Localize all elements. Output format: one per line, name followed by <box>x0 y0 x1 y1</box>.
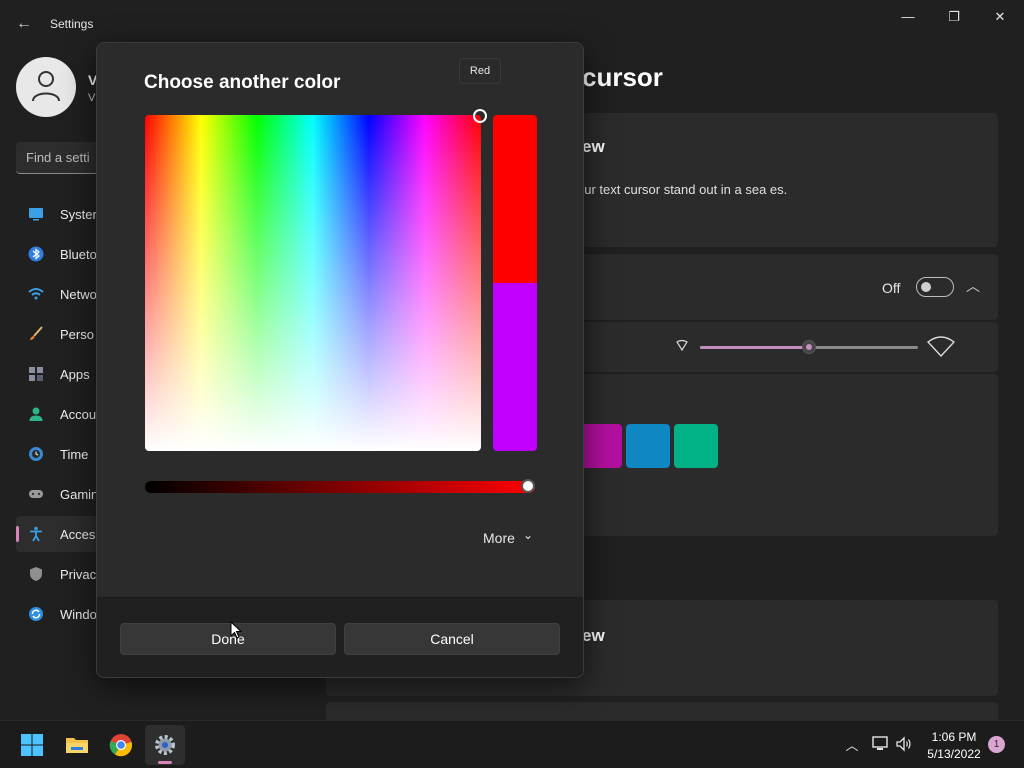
preview-card-2-title: ew <box>582 626 605 645</box>
sidebar-item-label: Gamin <box>60 487 99 502</box>
bluetooth-icon <box>28 246 44 262</box>
taskbar-file-explorer[interactable] <box>57 725 97 765</box>
sidebar-item-label: Acces <box>60 527 96 542</box>
brush-icon <box>30 326 43 340</box>
gamepad-icon <box>29 490 43 498</box>
accessibility-icon <box>30 526 42 542</box>
spectrum-selection-marker[interactable] <box>473 109 487 123</box>
back-arrow-icon[interactable]: ← <box>14 14 34 34</box>
more-button[interactable]: More ⌄ <box>477 527 547 549</box>
dialog-title: Choose another color <box>144 72 341 93</box>
user-email: V <box>88 92 96 104</box>
brightness-slider-thumb[interactable] <box>521 479 535 493</box>
close-button[interactable]: ✕ <box>978 4 1022 30</box>
clock-time[interactable]: 1:06 PM <box>924 730 984 744</box>
sidebar-item-label: Windo <box>60 607 97 622</box>
chevron-up-icon[interactable]: ︿ <box>966 276 980 296</box>
start-button[interactable] <box>12 725 52 765</box>
network-icon[interactable] <box>871 735 889 753</box>
maximize-button[interactable]: ❐ <box>932 4 976 30</box>
app-title: Settings <box>50 17 94 31</box>
clock-date[interactable]: 5/13/2022 <box>920 747 988 761</box>
brightness-slider[interactable] <box>145 479 535 493</box>
next-card <box>326 702 998 720</box>
system-icon <box>29 208 43 221</box>
taskbar: ︿ 1:06 PM 5/13/2022 1 <box>0 720 1024 768</box>
size-slider-fill <box>700 346 809 349</box>
toggle-state-label: Off <box>882 280 901 296</box>
sidebar-item-label: Privac <box>60 567 97 582</box>
dialog-footer: Done Cancel <box>97 597 583 677</box>
cancel-button[interactable]: Cancel <box>344 623 560 655</box>
search-placeholder: Find a setti <box>26 150 90 165</box>
update-icon <box>29 607 43 621</box>
indicator-toggle[interactable] <box>916 277 954 297</box>
minimize-button[interactable]: — <box>886 4 930 30</box>
shield-icon <box>30 567 42 581</box>
sidebar-item-label: Netwo <box>60 287 97 302</box>
chrome-icon <box>109 734 133 757</box>
preview-card-title: ew <box>582 137 605 156</box>
notification-badge[interactable]: 1 <box>988 736 1005 753</box>
color-swatch-magenta[interactable] <box>578 424 622 468</box>
page-title: cursor <box>582 62 663 92</box>
settings-gear-icon <box>155 735 175 755</box>
sidebar-item-label: Time <box>60 447 89 462</box>
user-icon <box>32 71 60 102</box>
size-slider-thumb[interactable] <box>802 340 816 354</box>
taskbar-settings[interactable] <box>145 725 185 765</box>
clock-globe-icon <box>29 447 43 461</box>
more-label: More <box>483 530 515 546</box>
color-spectrum[interactable] <box>145 109 487 451</box>
apps-icon <box>29 367 43 381</box>
preview-card-description: our text cursor stand out in a sea es. <box>577 182 788 197</box>
color-swatch-blue[interactable] <box>626 424 670 468</box>
wifi-icon <box>28 288 44 300</box>
volume-icon[interactable] <box>895 735 913 753</box>
avatar[interactable] <box>16 57 76 117</box>
account-icon <box>29 407 43 421</box>
taskbar-chrome[interactable] <box>101 725 141 765</box>
previous-color-preview <box>493 283 537 451</box>
chevron-down-icon: ⌄ <box>523 528 534 542</box>
color-name-tooltip: Red <box>459 58 501 84</box>
title-bar: ← Settings — ❐ ✕ <box>0 0 1024 48</box>
color-preview <box>493 115 537 451</box>
sidebar-item-label: Apps <box>60 367 90 382</box>
done-button[interactable]: Done <box>120 623 336 655</box>
new-color-preview <box>493 115 537 283</box>
color-swatch-green[interactable] <box>674 424 718 468</box>
file-explorer-icon <box>66 738 88 753</box>
tray-overflow-chevron-icon[interactable]: ︿ <box>843 735 861 753</box>
large-size-icon <box>926 336 956 358</box>
sidebar-item-label: Syster <box>60 207 97 222</box>
sidebar-item-label: Accou <box>60 407 97 422</box>
color-picker-dialog: Choose another color Red More ⌄ Done Can… <box>96 42 584 678</box>
sidebar-item-label: Perso <box>60 327 94 342</box>
windows-start-icon <box>21 734 43 756</box>
mouse-pointer-icon <box>230 621 242 639</box>
small-size-icon <box>676 339 688 351</box>
sidebar-item-label: Blueto <box>60 247 97 262</box>
